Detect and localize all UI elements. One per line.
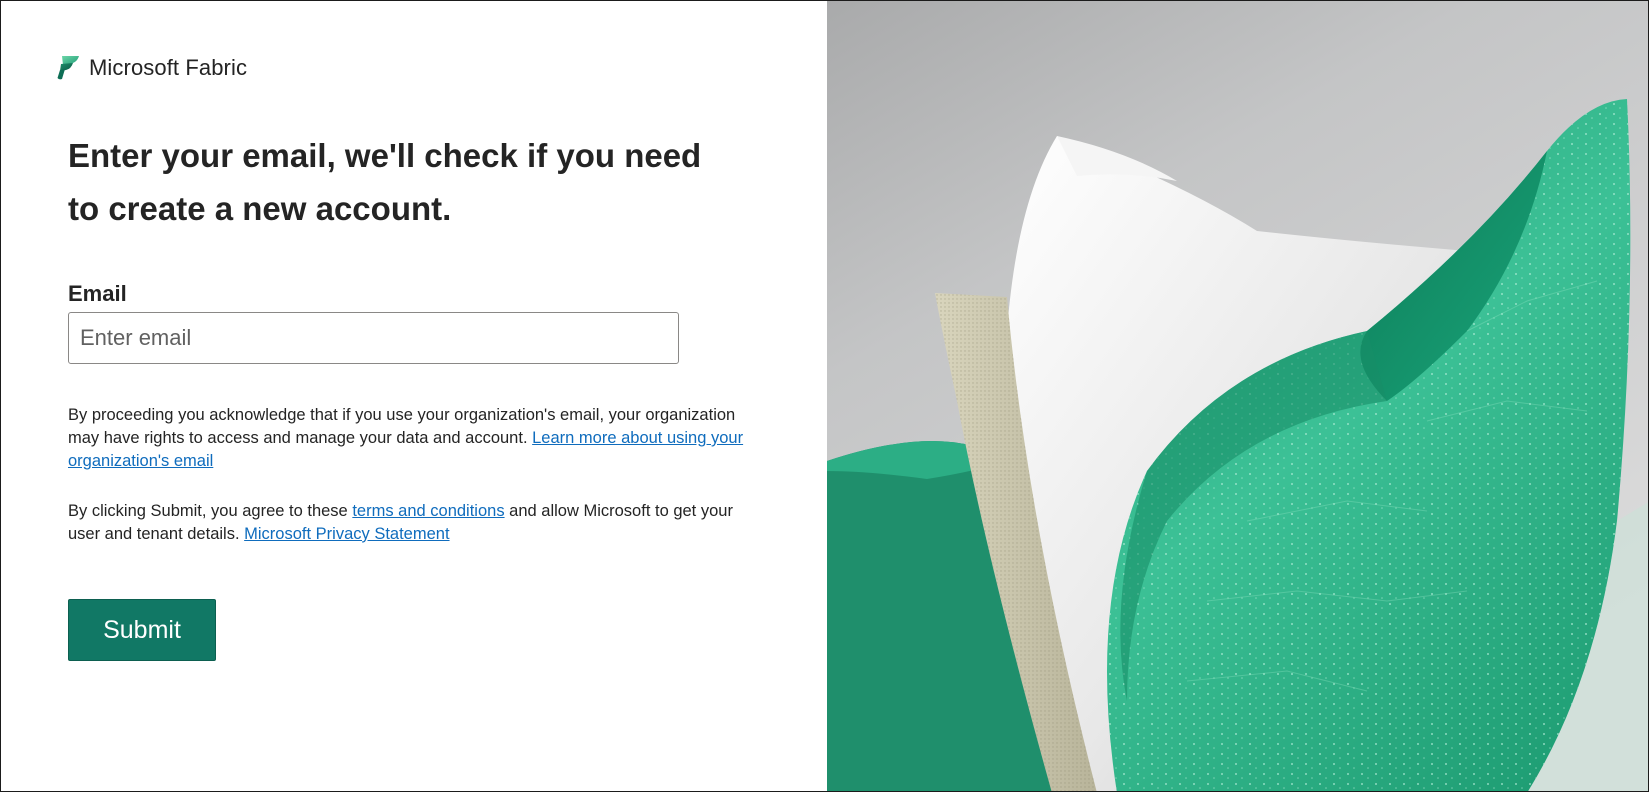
page-frame: Microsoft Fabric Enter your email, we'll… [0, 0, 1649, 792]
signup-pane: Microsoft Fabric Enter your email, we'll… [1, 1, 827, 791]
brand-name: Microsoft Fabric [89, 55, 248, 80]
brand-header: Microsoft Fabric [56, 55, 247, 81]
hero-illustration [827, 1, 1648, 791]
terms-and-conditions-link[interactable]: terms and conditions [352, 502, 504, 520]
fabric-logo-icon [57, 56, 79, 80]
terms-notice-prefix: By clicking Submit, you agree to these [68, 502, 348, 520]
terms-notice: By clicking Submit, you agree to these t… [68, 500, 748, 546]
submit-button[interactable]: Submit [68, 599, 216, 661]
privacy-statement-link[interactable]: Microsoft Privacy Statement [244, 525, 449, 543]
organization-notice: By proceeding you acknowledge that if yo… [68, 404, 748, 473]
email-field[interactable] [68, 312, 679, 364]
page-title: Enter your email, we'll check if you nee… [68, 137, 702, 227]
email-label: Email [68, 281, 127, 306]
fabric-leaf-illustration-icon [827, 1, 1648, 791]
